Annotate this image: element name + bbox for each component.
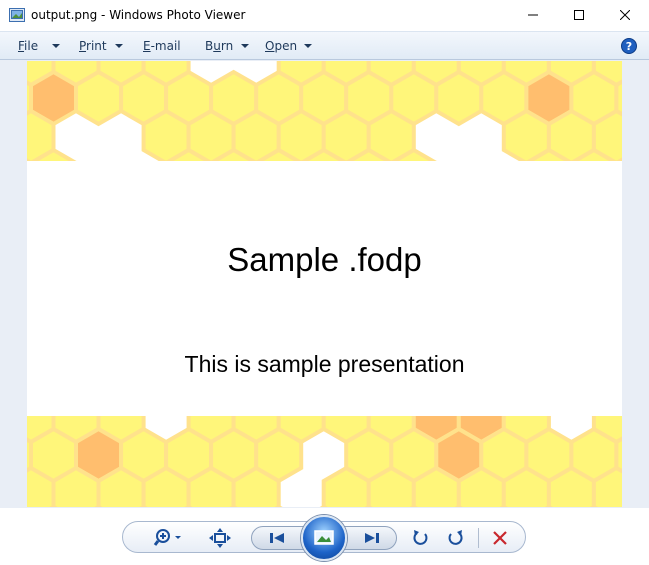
- rotate-clockwise-button[interactable]: [444, 527, 466, 549]
- menu-bar: File Print E-mail Burn Open ?: [0, 31, 649, 60]
- slide-image: Sample .fodp This is sample presentation: [27, 61, 622, 507]
- close-button[interactable]: [602, 0, 648, 30]
- slide-title: Sample .fodp: [227, 241, 422, 278]
- zoom-button[interactable]: [150, 527, 186, 549]
- window-title: output.png - Windows Photo Viewer: [31, 8, 246, 22]
- file-dropdown-arrow-icon[interactable]: [52, 44, 60, 48]
- honeycomb-cell: [255, 147, 302, 161]
- title-bar: output.png - Windows Photo Viewer: [0, 0, 649, 31]
- minimize-button[interactable]: [510, 0, 556, 30]
- minimize-icon: [528, 14, 538, 16]
- maximize-button[interactable]: [556, 0, 602, 30]
- honeycomb-pattern: [27, 61, 622, 507]
- next-button[interactable]: [357, 528, 387, 548]
- actual-size-icon: [209, 528, 231, 548]
- zoom-icon: [153, 529, 181, 546]
- previous-icon: [270, 533, 284, 543]
- help-icon[interactable]: ?: [621, 38, 637, 54]
- menu-burn[interactable]: Burn: [205, 39, 233, 53]
- svg-text:?: ?: [626, 40, 632, 53]
- next-icon: [365, 533, 379, 543]
- open-dropdown-arrow-icon[interactable]: [304, 44, 312, 48]
- honeycomb-cell: [525, 147, 572, 161]
- honeycomb-cell: [30, 147, 77, 161]
- honeycomb-cell: [434, 69, 484, 127]
- slideshow-icon: [314, 530, 334, 545]
- menu-open[interactable]: Open: [265, 39, 297, 53]
- honeycomb-cell: [300, 147, 347, 161]
- menu-email[interactable]: E-mail: [143, 39, 181, 53]
- honeycomb-cell: [570, 147, 617, 161]
- menu-file[interactable]: File: [18, 39, 38, 53]
- rotate-clockwise-icon: [448, 530, 463, 545]
- slideshow-button[interactable]: [301, 515, 347, 561]
- photo-viewer-app-icon: [9, 8, 25, 22]
- maximize-icon: [574, 10, 584, 20]
- print-dropdown-arrow-icon[interactable]: [115, 44, 123, 48]
- honeycomb-cell: [210, 147, 257, 161]
- delete-icon: [493, 531, 507, 545]
- honeycomb-cell: [165, 147, 212, 161]
- rotate-counterclockwise-icon: [413, 530, 428, 545]
- toolbar-separator: [478, 528, 479, 548]
- honeycomb-cell: [390, 147, 437, 161]
- burn-dropdown-arrow-icon[interactable]: [241, 44, 249, 48]
- menu-print[interactable]: Print: [79, 39, 107, 53]
- honeycomb-cell: [345, 147, 392, 161]
- rotate-counterclockwise-button[interactable]: [410, 527, 432, 549]
- actual-size-button[interactable]: [206, 527, 234, 549]
- honeycomb-cell: [74, 69, 124, 127]
- previous-button[interactable]: [262, 528, 292, 548]
- slide-subtitle: This is sample presentation: [184, 351, 465, 377]
- delete-button[interactable]: [488, 527, 512, 549]
- close-icon: [620, 10, 630, 20]
